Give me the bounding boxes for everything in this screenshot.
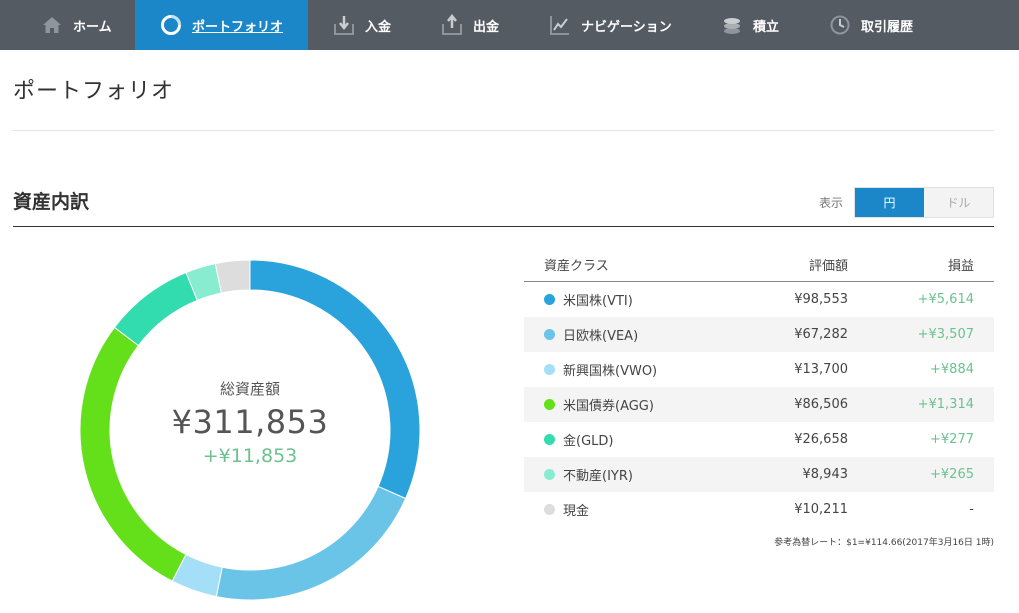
asset-profit-loss: +¥3,507 [917, 327, 974, 342]
donut-slice [214, 259, 251, 294]
asset-name: 日欧株(VEA) [563, 329, 639, 344]
nav-label-deposit: 入金 [365, 19, 392, 35]
coins-icon [720, 13, 744, 37]
total-assets-value: ¥311,853 [171, 403, 329, 441]
legend-dot-icon [544, 399, 555, 410]
legend-dot-icon [544, 434, 555, 445]
nav-label-accumulate: 積立 [753, 19, 780, 35]
asset-profit-loss: +¥265 [930, 467, 974, 482]
header-valuation: 評価額 [808, 258, 848, 274]
currency-yen-button[interactable]: 円 [855, 188, 924, 217]
asset-name-cell: 現金 [524, 500, 734, 519]
nav-item-deposit[interactable]: 入金 [308, 0, 416, 50]
table-row: 新興国株(VWO) ¥13,700 +¥884 [524, 352, 994, 387]
nav-label-navigation: ナビゲーション [581, 19, 672, 35]
currency-dollar-button[interactable]: ドル [924, 188, 993, 217]
nav-item-portfolio[interactable]: ポートフォリオ [135, 0, 308, 50]
asset-name: 金(GLD) [563, 434, 614, 449]
asset-name: 新興国株(VWO) [563, 364, 658, 379]
asset-name-cell: 米国株(VTI) [524, 290, 734, 309]
asset-value: ¥26,658 [794, 432, 848, 447]
section-divider [13, 226, 994, 227]
withdraw-icon [440, 13, 464, 37]
asset-name-cell: 日欧株(VEA) [524, 325, 734, 344]
top-nav: ホーム ポートフォリオ 入金 出金 ナビゲーション 積立 取引履歴 [0, 0, 1019, 50]
legend-dot-icon [544, 504, 555, 515]
donut-slice [113, 271, 198, 347]
total-gain-value: +¥11,853 [202, 445, 298, 467]
nav-label-home: ホーム [73, 19, 112, 35]
total-assets-label: 総資産額 [219, 380, 280, 398]
nav-item-navigation[interactable]: ナビゲーション [524, 0, 696, 50]
portfolio-ring-icon [159, 13, 183, 37]
asset-value: ¥13,700 [794, 362, 848, 377]
asset-value: ¥8,943 [802, 467, 849, 482]
nav-label-withdraw: 出金 [473, 19, 500, 35]
table-row: 米国債券(AGG) ¥86,506 +¥1,314 [524, 387, 994, 422]
asset-value: ¥98,553 [794, 292, 848, 307]
nav-item-history[interactable]: 取引履歴 [804, 0, 954, 50]
asset-profit-loss: +¥277 [930, 432, 974, 447]
home-icon [40, 13, 64, 37]
legend-dot-icon [544, 469, 555, 480]
section-title: 資産内訳 [13, 191, 90, 213]
table-row: 日欧株(VEA) ¥67,282 +¥3,507 [524, 317, 994, 352]
donut-slice [215, 485, 407, 601]
legend-dot-icon [544, 364, 555, 375]
asset-profit-loss: +¥1,314 [917, 397, 974, 412]
header-profit-loss: 損益 [947, 258, 974, 274]
asset-name: 不動産(IYR) [563, 469, 633, 484]
legend-dot-icon [544, 329, 555, 340]
table-header: 資産クラス 評価額 損益 [524, 247, 994, 282]
table-row: 金(GLD) ¥26,658 +¥277 [524, 422, 994, 457]
nav-item-accumulate[interactable]: 積立 [696, 0, 804, 50]
table-row: 不動産(IYR) ¥8,943 +¥265 [524, 457, 994, 492]
asset-name-cell: 金(GLD) [524, 430, 734, 449]
asset-name: 米国株(VTI) [563, 294, 633, 309]
clock-icon [828, 13, 852, 37]
chart-trend-icon [548, 13, 572, 37]
nav-label-history: 取引履歴 [861, 19, 914, 35]
divider [13, 130, 994, 131]
display-label: 表示 [819, 196, 844, 210]
deposit-icon [332, 13, 356, 37]
asset-name: 米国債券(AGG) [563, 399, 654, 414]
asset-profit-loss: +¥884 [930, 362, 974, 377]
asset-name-cell: 不動産(IYR) [524, 465, 734, 484]
nav-label-portfolio: ポートフォリオ [192, 19, 284, 35]
donut-summary: 総資産額 ¥311,853 +¥11,853 [150, 378, 350, 467]
table-row: 現金 ¥10,211 - [524, 492, 994, 527]
asset-name: 現金 [563, 504, 590, 519]
asset-profit-loss: - [969, 502, 974, 517]
asset-name-cell: 米国債券(AGG) [524, 395, 734, 414]
asset-table: 資産クラス 評価額 損益 米国株(VTI) ¥98,553 +¥5,614 日欧株(V… [524, 247, 994, 527]
currency-toggle: 円 ドル [854, 187, 994, 218]
nav-item-home[interactable]: ホーム [0, 0, 135, 50]
exchange-rate-note: 参考為替レート：$1=¥114.66(2017年3月16日 1時) [774, 538, 994, 548]
asset-value: ¥67,282 [794, 327, 848, 342]
legend-dot-icon [544, 294, 555, 305]
page-title: ポートフォリオ [13, 79, 175, 104]
nav-item-withdraw[interactable]: 出金 [416, 0, 524, 50]
header-asset-class: 資産クラス [544, 258, 609, 274]
asset-profit-loss: +¥5,614 [917, 292, 974, 307]
asset-value: ¥86,506 [794, 397, 848, 412]
asset-value: ¥10,211 [794, 502, 848, 517]
asset-name-cell: 新興国株(VWO) [524, 360, 734, 379]
table-row: 米国株(VTI) ¥98,553 +¥5,614 [524, 282, 994, 317]
